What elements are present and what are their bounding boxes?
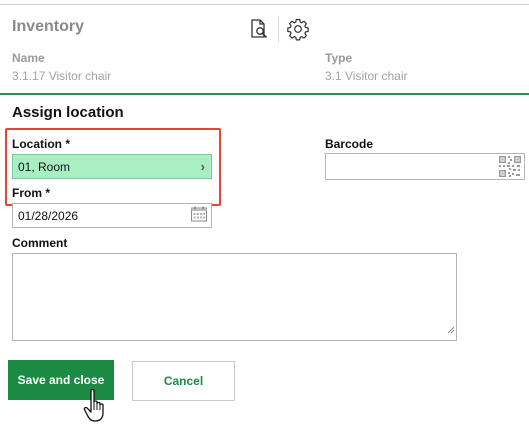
chevron-right-icon: › — [200, 159, 205, 174]
calendar-icon[interactable] — [190, 205, 208, 226]
top-divider — [0, 4, 529, 5]
name-value: 3.1.17 Visitor chair — [12, 69, 112, 83]
type-label: Type — [325, 51, 353, 65]
barcode-label: Barcode — [325, 137, 374, 151]
qr-code-icon[interactable] — [498, 155, 522, 183]
from-date-field[interactable]: 01/28/2026 — [12, 203, 212, 228]
gear-icon[interactable] — [285, 16, 311, 42]
resize-grip-icon[interactable] — [446, 321, 455, 339]
from-label: From * — [12, 186, 51, 200]
page-title: Inventory — [12, 18, 85, 35]
hand-pointer-icon — [83, 388, 109, 428]
location-label: Location * — [12, 137, 71, 151]
location-value: 01, Room — [18, 159, 71, 174]
type-value: 3.1 Visitor chair — [325, 69, 408, 83]
toolbar-separator — [278, 16, 279, 42]
document-search-icon[interactable] — [246, 16, 272, 42]
name-label: Name — [12, 51, 45, 65]
section-title: Assign location — [12, 104, 124, 121]
barcode-input[interactable] — [325, 153, 525, 180]
comment-textarea[interactable] — [12, 253, 457, 341]
section-divider — [0, 93, 529, 95]
from-date-value: 01/28/2026 — [18, 208, 79, 223]
comment-label: Comment — [12, 236, 68, 250]
location-selector[interactable]: 01, Room › — [12, 154, 212, 179]
cancel-button[interactable]: Cancel — [132, 361, 235, 401]
